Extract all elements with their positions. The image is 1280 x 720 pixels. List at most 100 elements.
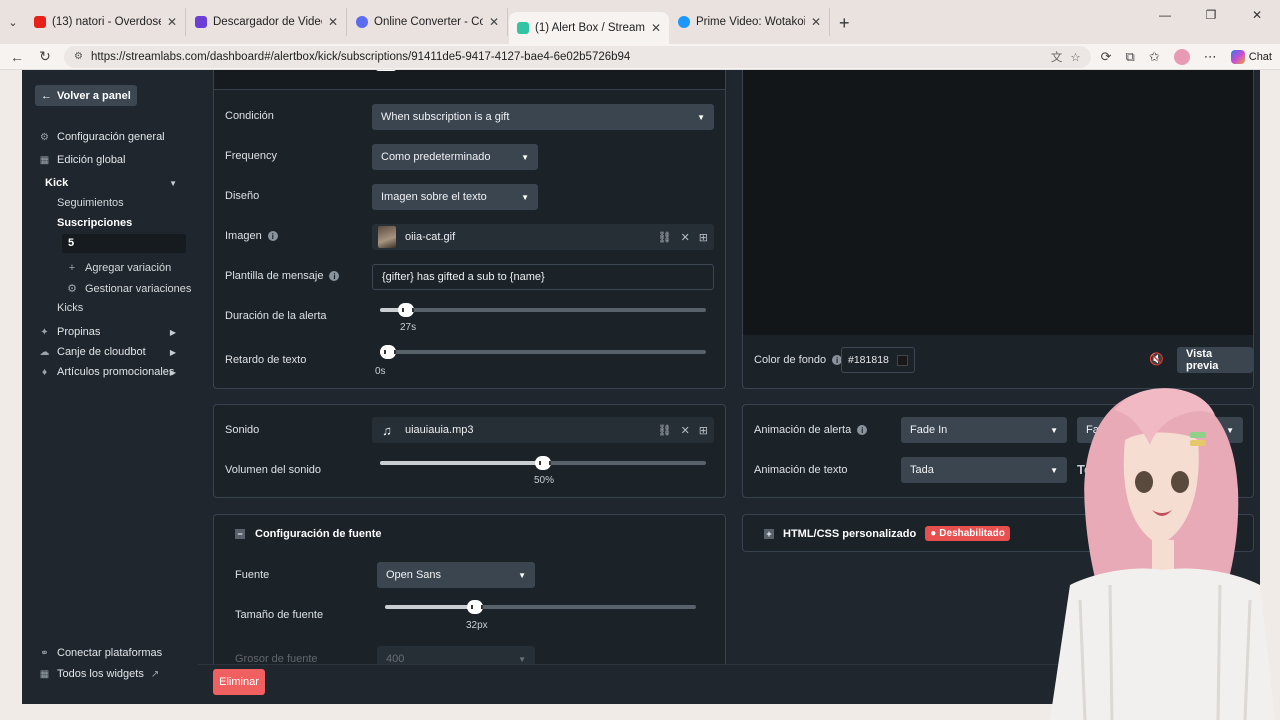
restore-icon[interactable]: ❐ [1188, 0, 1234, 30]
browser-tab[interactable]: Prime Video: Wotakoi: El Amor es ✕ [670, 8, 830, 36]
close-window-icon[interactable]: ✕ [1234, 0, 1280, 30]
sidebar-item-tips[interactable]: ✦ Propinas ▶ [39, 326, 184, 338]
link-icon[interactable]: ⛓ [658, 231, 672, 244]
status-badge-text: Deshabilitado [939, 528, 1005, 539]
sidebar-item-label: Propinas [57, 326, 101, 338]
bg-color-label-text: Color de fondo [754, 354, 827, 366]
translate-icon[interactable]: 文 [1051, 49, 1063, 65]
clear-icon[interactable]: ✕ [681, 424, 690, 437]
sound-volume-value: 50% [534, 475, 555, 486]
clear-icon[interactable]: ✕ [681, 231, 690, 244]
panel-header-strip [214, 70, 725, 90]
close-tab-icon[interactable]: ✕ [489, 15, 499, 29]
info-icon[interactable]: i [857, 425, 868, 435]
grid-library-icon[interactable]: ⊞ [699, 424, 708, 437]
sidebar-variation-active[interactable]: 5 [62, 234, 186, 253]
info-icon[interactable]: i [329, 271, 340, 281]
back-to-panel-button[interactable]: ← Volver a panel [35, 85, 137, 106]
layout-select[interactable]: Imagen sobre el texto ▼ [372, 184, 538, 210]
dropdown-caret-icon: ▼ [518, 654, 526, 664]
url-text: https://streamlabs.com/dashboard#/alertb… [90, 50, 631, 63]
frequency-value: Como predeterminado [381, 151, 491, 163]
sidebar-item-label: Configuración general [57, 131, 165, 143]
sidebar-item-all-widgets[interactable]: ▦ Todos los widgets ↗ [39, 668, 159, 680]
preview-panel: Color de fondo i #181818 🔇 Vista previa [742, 70, 1254, 389]
slider-knob[interactable] [467, 600, 484, 614]
slider-knob[interactable] [535, 456, 551, 470]
close-tab-icon[interactable]: ✕ [328, 15, 338, 29]
sidebar-item-connect-platforms[interactable]: ⚭ Conectar plataformas [39, 647, 162, 659]
font-select[interactable]: Open Sans ▼ [377, 562, 535, 588]
favorite-star-icon[interactable]: ☆ [1070, 50, 1080, 64]
new-tab-icon[interactable]: + [839, 13, 850, 34]
sidebar-item-kick[interactable]: Kick ▼ [45, 177, 185, 189]
split-screen-icon[interactable]: ⧉ [1126, 49, 1135, 65]
sidebar-item-general-config[interactable]: ⚙ Configuración general [39, 131, 165, 143]
font-size-slider[interactable] [385, 600, 696, 614]
back-to-panel-label: Volver a panel [57, 89, 131, 102]
browser-tab[interactable]: (13) natori - Overdose - YouTube ✕ [26, 8, 186, 36]
music-note-icon: ♫ [382, 422, 392, 438]
browser-tab[interactable]: Online Converter - Convert Image ✕ [348, 8, 508, 36]
reload-icon[interactable]: ↻ [36, 48, 54, 65]
sidebar-item-kicks[interactable]: Kicks [57, 302, 83, 314]
bg-color-input[interactable]: #181818 [841, 347, 915, 373]
image-file-field[interactable]: oiia-cat.gif ⛓ ✕ ⊞ [372, 224, 714, 250]
close-tab-icon[interactable]: ✕ [651, 21, 661, 35]
sidebar-item-cloudbot[interactable]: ☁ Canje de cloudbot ▶ [39, 346, 184, 358]
dropdown-caret-icon: ▼ [521, 192, 529, 202]
tab-title: Prime Video: Wotakoi: El Amor es [696, 16, 805, 28]
tab-title: (13) natori - Overdose - YouTube [52, 16, 161, 28]
back-arrow-icon[interactable]: ← [8, 49, 26, 65]
text-delay-slider[interactable] [380, 345, 706, 359]
condition-select[interactable]: When subscription is a gift ▼ [372, 104, 714, 130]
sidebar-item-label: Todos los widgets [57, 668, 144, 680]
more-menu-icon[interactable]: ⋯ [1204, 49, 1217, 65]
browser-toolbar-icons: ⟳ ⧉ ✩ ⋯ Chat [1101, 48, 1272, 65]
profile-avatar[interactable] [1173, 48, 1190, 65]
sidebar-item-merch[interactable]: ♦ Artículos promocionales ▶ [39, 366, 184, 378]
slider-knob[interactable] [398, 303, 415, 317]
font-value: Open Sans [386, 569, 442, 581]
delete-button[interactable]: Eliminar [213, 669, 265, 695]
minimize-icon[interactable]: — [1142, 0, 1188, 30]
message-template-input[interactable]: {gifter} has gifted a sub to {name} [372, 264, 714, 290]
font-section-title: Configuración de fuente [255, 528, 382, 540]
image-thumbnail [378, 226, 396, 248]
expand-icon[interactable]: + [764, 528, 774, 539]
enable-toggle[interactable] [374, 70, 398, 71]
url-field[interactable]: ⚙ https://streamlabs.com/dashboard#/aler… [64, 45, 1091, 68]
frequency-select[interactable]: Como predeterminado ▼ [372, 144, 538, 170]
close-tab-icon[interactable]: ✕ [811, 15, 821, 29]
sidebar-item-subscriptions[interactable]: Suscripciones [57, 217, 132, 229]
manage-variations-button[interactable]: ⚙ Gestionar variaciones [67, 282, 191, 296]
sound-volume-slider[interactable] [380, 456, 706, 470]
copilot-chat-button[interactable]: Chat [1230, 49, 1272, 64]
grid-library-icon[interactable]: ⊞ [699, 231, 708, 244]
custom-css-header[interactable]: + HTML/CSS personalizado ● Deshabilitado [764, 526, 1010, 541]
browser-tab-active[interactable]: (1) Alert Box / Streamlabs ✕ [509, 12, 669, 44]
collapse-icon[interactable]: − [235, 529, 245, 539]
info-icon[interactable]: i [267, 231, 278, 241]
close-tab-icon[interactable]: ✕ [167, 15, 177, 29]
font-label: Fuente [235, 569, 270, 581]
add-variation-button[interactable]: + Agregar variación [67, 262, 171, 274]
streamlabs-favicon-icon [517, 22, 529, 34]
favorites-icon[interactable]: ✩ [1149, 49, 1160, 65]
alert-animation-in-value: Fade In [910, 424, 948, 436]
sidebar-item-follows[interactable]: Seguimientos [57, 197, 124, 209]
sidebar-item-global-edit[interactable]: ▦ Edición global [39, 154, 126, 166]
text-delay-label: Retardo de texto [225, 354, 307, 366]
slider-knob[interactable] [380, 345, 396, 359]
link-icon[interactable]: ⛓ [658, 424, 672, 437]
tab-search-icon[interactable]: ⌄ [0, 6, 26, 38]
alert-duration-slider[interactable] [380, 303, 706, 317]
extensions-icon[interactable]: ⟳ [1101, 49, 1112, 65]
color-swatch[interactable] [897, 354, 908, 366]
site-info-icon[interactable]: ⚙ [74, 51, 83, 62]
sound-file-field[interactable]: ♫ uiauiauia.mp3 ⛓ ✕ ⊞ [372, 417, 714, 443]
mute-icon[interactable]: 🔇 [1149, 352, 1164, 366]
alert-animation-label: Animación de alerta i [754, 424, 868, 436]
font-section-header[interactable]: − Configuración de fuente [235, 528, 382, 540]
browser-tab[interactable]: Descargador de Videos HD de You ✕ [187, 8, 347, 36]
